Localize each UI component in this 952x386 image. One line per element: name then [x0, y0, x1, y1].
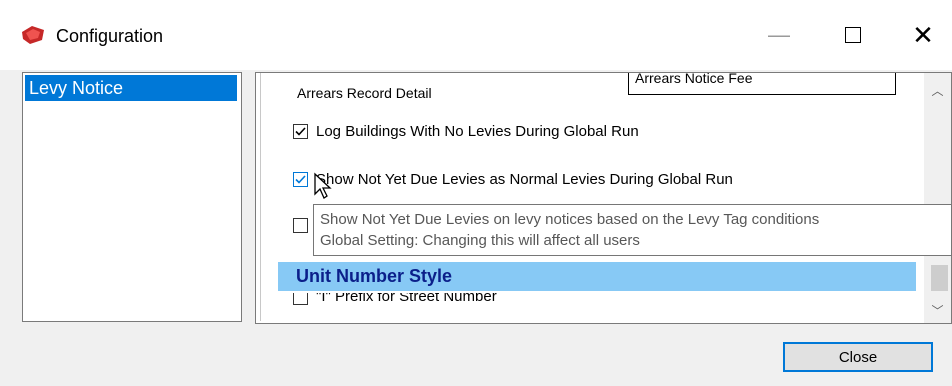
- log-buildings-option[interactable]: Log Buildings With No Levies During Glob…: [293, 123, 639, 140]
- maximize-icon: [845, 27, 861, 43]
- log-buildings-label: Log Buildings With No Levies During Glob…: [316, 123, 639, 140]
- scroll-down-button[interactable]: ﹀: [924, 299, 951, 321]
- vertical-scrollbar[interactable]: ︿ ﹀: [924, 73, 951, 323]
- scrollbar-thumb[interactable]: [931, 265, 948, 291]
- close-window-button[interactable]: ✕: [900, 18, 946, 52]
- prefix-street-number-label: "I" Prefix for Street Number: [316, 293, 497, 305]
- tooltip: Show Not Yet Due Levies on levy notices …: [313, 204, 952, 256]
- app-logo-icon: [22, 26, 44, 44]
- checkmark-icon: [295, 175, 306, 184]
- tooltip-line-1: Show Not Yet Due Levies on levy notices …: [320, 211, 820, 228]
- unit-number-style-header: Unit Number Style: [278, 262, 916, 291]
- arrears-record-detail-label: Arrears Record Detail: [297, 85, 432, 101]
- show-not-yet-due-option[interactable]: Show Not Yet Due Levies as Normal Levies…: [293, 171, 733, 188]
- show-not-yet-due-label: Show Not Yet Due Levies as Normal Levies…: [316, 171, 733, 188]
- chevron-up-icon: ︿: [931, 83, 944, 98]
- prefix-street-number-option[interactable]: "I" Prefix for Street Number: [293, 293, 497, 305]
- settings-panel: Arrears Record Detail Arrears Notice Fee…: [255, 72, 952, 324]
- chevron-down-icon: ﹀: [931, 303, 944, 318]
- mouse-cursor-icon: [314, 172, 332, 199]
- arrears-notice-fee-field[interactable]: Arrears Notice Fee: [628, 73, 896, 95]
- show-not-yet-due-checkbox[interactable]: [293, 172, 308, 187]
- log-buildings-checkbox[interactable]: [293, 124, 308, 139]
- close-icon: ✕: [912, 19, 934, 50]
- checkmark-icon: [295, 127, 306, 136]
- scroll-up-button[interactable]: ︿: [924, 79, 951, 101]
- prefix-street-number-checkbox[interactable]: [293, 293, 308, 305]
- category-list[interactable]: Levy Notice: [22, 72, 242, 322]
- settings-content: Arrears Record Detail Arrears Notice Fee…: [260, 73, 925, 321]
- window-title: Configuration: [56, 26, 164, 46]
- category-item-levy-notice[interactable]: Levy Notice: [25, 75, 237, 101]
- minimize-icon: —: [768, 22, 790, 47]
- close-button[interactable]: Close: [783, 342, 933, 372]
- tooltip-line-2: Global Setting: Changing this will affec…: [320, 232, 640, 249]
- title-bar: Configuration — ✕: [0, 0, 952, 70]
- maximize-button[interactable]: [830, 18, 876, 52]
- hidden-option-checkbox[interactable]: [293, 218, 308, 233]
- minimize-button[interactable]: —: [756, 18, 802, 52]
